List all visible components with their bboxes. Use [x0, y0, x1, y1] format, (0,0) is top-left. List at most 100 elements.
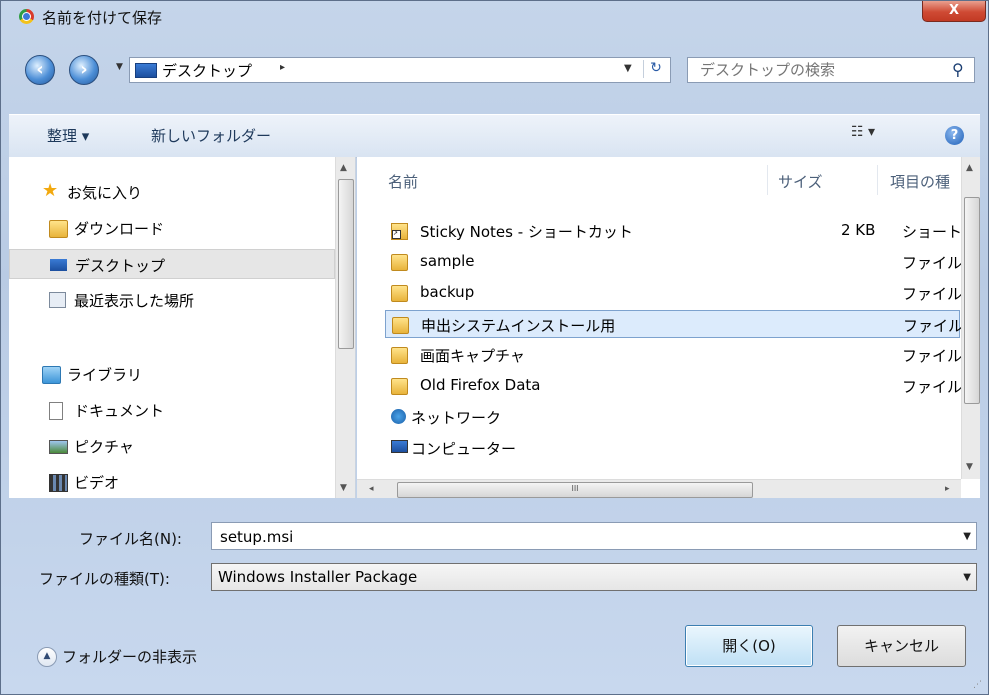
- back-button[interactable]: ‹: [25, 55, 55, 85]
- file-list-horizontal-scrollbar[interactable]: ◂ III ▸: [357, 479, 961, 498]
- chevron-up-icon[interactable]: ▲: [37, 647, 57, 667]
- sidebar-item-desktop[interactable]: デスクトップ: [9, 249, 335, 279]
- chevron-down-icon[interactable]: ▼: [963, 572, 971, 583]
- navigation-pane: ★ お気に入り ダウンロード デスクトップ 最近表示した場所 ライブラリ ドキュ…: [9, 157, 356, 498]
- sidebar-item-documents[interactable]: ドキュメント: [9, 395, 335, 425]
- save-as-dialog: 名前を付けて保存 X ‹ › ▼ デスクトップ ▸ ▼ ↻ ⚲ 整理 ▾ 新しい…: [0, 0, 989, 695]
- file-row-selected[interactable]: 申出システムインストール用 ファイル: [385, 310, 963, 338]
- column-separator[interactable]: [877, 165, 878, 195]
- network-icon: [391, 409, 406, 424]
- column-header-size[interactable]: サイズ: [778, 171, 823, 192]
- chevron-down-icon[interactable]: ▼: [963, 531, 971, 542]
- desktop-icon: [135, 63, 157, 78]
- star-icon: ★: [42, 180, 59, 201]
- sidebar-item-label: ダウンロード: [74, 220, 165, 238]
- forward-button[interactable]: ›: [69, 55, 99, 85]
- scrollbar-thumb[interactable]: [338, 179, 354, 349]
- refresh-icon[interactable]: ↻: [643, 60, 668, 78]
- file-name: backup: [420, 283, 475, 301]
- filename-field[interactable]: ▼: [211, 522, 977, 550]
- desktop-icon: [50, 259, 67, 271]
- address-path[interactable]: デスクトップ: [162, 60, 252, 81]
- folder-icon: [391, 378, 408, 395]
- file-name: Old Firefox Data: [420, 376, 541, 394]
- title-bar[interactable]: 名前を付けて保存 X: [1, 1, 988, 33]
- folder-icon: [391, 347, 408, 364]
- file-row[interactable]: 画面キャプチャ ファイル: [385, 341, 962, 369]
- column-separator[interactable]: [767, 165, 768, 195]
- organize-button[interactable]: 整理 ▾: [47, 125, 89, 146]
- address-row: ‹ › ▼ デスクトップ ▸ ▼ ↻ ⚲: [1, 55, 988, 89]
- cancel-button[interactable]: キャンセル: [837, 625, 966, 667]
- address-bar[interactable]: デスクトップ ▸ ▼ ↻: [129, 57, 671, 83]
- sidebar-item-videos[interactable]: ビデオ: [9, 467, 335, 497]
- file-name: ネットワーク: [411, 409, 502, 427]
- filetype-value[interactable]: Windows Installer Package: [218, 568, 417, 586]
- file-row[interactable]: ↗ Sticky Notes - ショートカット 2 KB ショート: [385, 217, 962, 245]
- breadcrumb-arrow-icon[interactable]: ▸: [280, 62, 285, 73]
- history-dropdown-icon[interactable]: ▼: [116, 62, 123, 72]
- file-list-pane: 名前 サイズ 項目の種 ↗ Sticky Notes - ショートカット 2 K…: [357, 157, 980, 498]
- hide-folders-label[interactable]: フォルダーの非表示: [62, 646, 197, 667]
- file-name: Sticky Notes - ショートカット: [420, 223, 633, 241]
- folder-icon: [391, 254, 408, 271]
- sidebar-item-recent-places[interactable]: 最近表示した場所: [9, 285, 335, 315]
- close-button[interactable]: X: [922, 1, 986, 22]
- chrome-icon: [19, 9, 34, 24]
- sidebar-item-label: 最近表示した場所: [74, 292, 195, 310]
- shortcut-icon: ↗: [391, 223, 408, 240]
- filename-input[interactable]: [218, 526, 922, 548]
- address-dropdown-icon[interactable]: ▼: [624, 63, 632, 74]
- scroll-down-icon[interactable]: ▼: [966, 462, 973, 472]
- column-header-type[interactable]: 項目の種: [890, 171, 950, 192]
- documents-icon: [49, 402, 63, 420]
- download-folder-icon: [49, 220, 68, 238]
- scroll-up-icon[interactable]: ▲: [966, 163, 973, 173]
- file-row[interactable]: コンピューター: [385, 434, 960, 462]
- filetype-select[interactable]: Windows Installer Package ▼: [211, 563, 977, 591]
- file-list-vertical-scrollbar[interactable]: ▲ ▼: [961, 157, 980, 479]
- sidebar-item-downloads[interactable]: ダウンロード: [9, 213, 335, 243]
- column-header-name[interactable]: 名前: [388, 171, 418, 192]
- recent-places-icon: [49, 292, 66, 308]
- sidebar-item-label: ビデオ: [74, 474, 120, 492]
- resize-grip-icon[interactable]: ⋰: [973, 680, 982, 690]
- folder-icon: [392, 317, 409, 334]
- filetype-label: ファイルの種類(T):: [39, 570, 170, 588]
- file-name: 画面キャプチャ: [420, 347, 525, 365]
- sidebar-item-pictures[interactable]: ピクチャ: [9, 431, 335, 461]
- scroll-right-icon[interactable]: ▸: [945, 484, 950, 494]
- navigation-scrollbar[interactable]: ▲ ▼: [335, 157, 355, 498]
- file-name: 申出システムインストール用: [421, 317, 616, 335]
- library-icon: [42, 366, 61, 384]
- search-input[interactable]: [698, 59, 942, 81]
- search-icon[interactable]: ⚲: [952, 60, 964, 79]
- toolbar: 整理 ▾ 新しいフォルダー ☷ ▾ ?: [9, 114, 980, 158]
- sidebar-item-label: デスクトップ: [75, 257, 166, 275]
- file-row[interactable]: backup ファイル: [385, 279, 962, 307]
- file-size: 2 KB: [841, 221, 876, 239]
- scroll-up-icon[interactable]: ▲: [340, 163, 347, 173]
- file-row[interactable]: sample ファイル: [385, 248, 962, 276]
- folder-icon: [391, 285, 408, 302]
- file-name: コンピューター: [411, 440, 517, 458]
- sidebar-item-label: ピクチャ: [74, 438, 134, 456]
- open-button[interactable]: 開く(O): [685, 625, 813, 667]
- scrollbar-thumb[interactable]: [964, 197, 980, 404]
- sidebar-item-libraries[interactable]: ライブラリ: [9, 359, 335, 389]
- sidebar-item-favorites[interactable]: ★ お気に入り: [9, 177, 335, 207]
- window-title: 名前を付けて保存: [42, 9, 163, 27]
- file-name: sample: [420, 252, 475, 270]
- file-row[interactable]: Old Firefox Data ファイル: [385, 372, 962, 400]
- scroll-down-icon[interactable]: ▼: [340, 483, 347, 493]
- sidebar-item-label: ライブラリ: [67, 366, 143, 384]
- scrollbar-thumb[interactable]: III: [397, 482, 753, 498]
- new-folder-button[interactable]: 新しいフォルダー: [151, 125, 271, 146]
- view-options-icon[interactable]: ☷ ▾: [851, 124, 875, 140]
- file-row[interactable]: ネットワーク: [385, 403, 960, 431]
- scroll-left-icon[interactable]: ◂: [369, 484, 374, 494]
- search-box[interactable]: ⚲: [687, 57, 975, 83]
- filename-label: ファイル名(N):: [79, 530, 182, 548]
- computer-icon: [391, 440, 408, 453]
- help-icon[interactable]: ?: [945, 126, 964, 145]
